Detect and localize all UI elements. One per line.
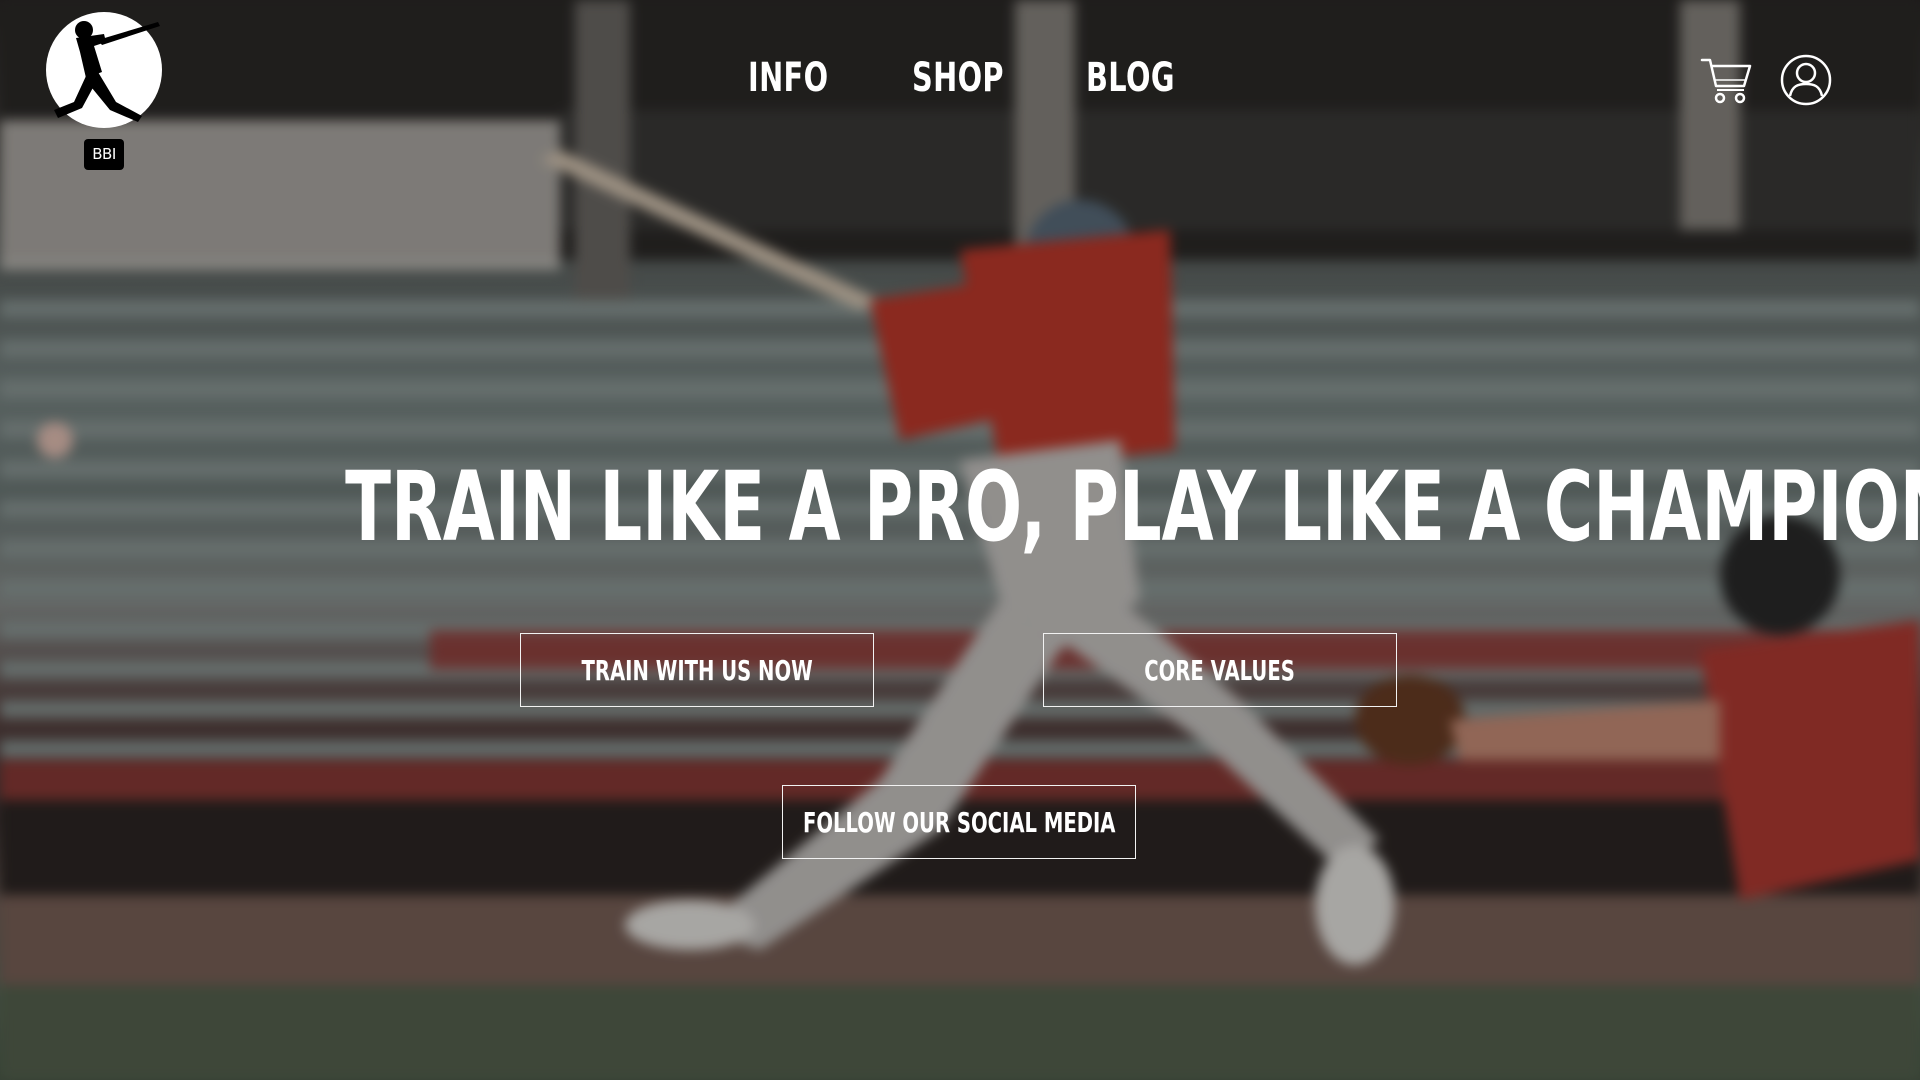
train-with-us-button[interactable]: TRAIN WITH US NOW (520, 633, 874, 707)
cart-button[interactable] (1698, 52, 1754, 108)
brand-logo-text: BBI (84, 139, 124, 170)
follow-social-media-label: FOLLOW OUR SOCIAL MEDIA (802, 805, 1116, 839)
train-with-us-label: TRAIN WITH US NOW (581, 653, 813, 687)
user-icon (1780, 54, 1832, 106)
main-navigation: INFO SHOP BLOG (0, 48, 1920, 108)
nav-item-blog[interactable]: BLOG (1086, 48, 1175, 108)
core-values-label: CORE VALUES (1144, 653, 1296, 687)
hero-headline-text: TRAIN LIKE A PRO, PLAY LIKE A CHAMPION (345, 451, 1920, 563)
hero-headline: TRAIN LIKE A PRO, PLAY LIKE A CHAMPION (0, 452, 1920, 562)
landing-page: BBI INFO SHOP BLOG TRAIN LIKE A PRO, PLA… (0, 0, 1920, 1080)
nav-item-shop[interactable]: SHOP (912, 48, 1004, 108)
follow-social-media-button[interactable]: FOLLOW OUR SOCIAL MEDIA (782, 785, 1136, 859)
account-button[interactable] (1778, 52, 1834, 108)
cart-icon (1700, 58, 1752, 104)
nav-item-info[interactable]: INFO (748, 48, 828, 108)
core-values-button[interactable]: CORE VALUES (1043, 633, 1397, 707)
